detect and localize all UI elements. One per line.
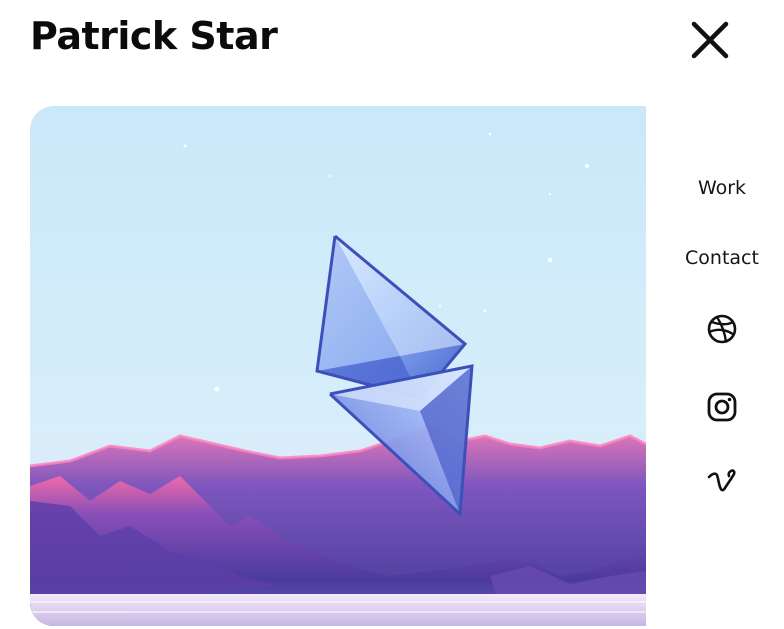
nav-link-work[interactable]: Work <box>660 177 784 199</box>
close-button[interactable] <box>688 20 732 60</box>
dribbble-icon <box>707 314 737 344</box>
page-title: Patrick Star <box>30 14 278 58</box>
vimeo-icon <box>707 469 736 492</box>
instagram-icon <box>707 392 737 422</box>
vimeo-link[interactable] <box>702 463 742 503</box>
close-icon <box>691 21 729 59</box>
hero-image <box>30 106 646 626</box>
instagram-link[interactable] <box>702 387 742 427</box>
nav-link-contact[interactable]: Contact <box>660 247 784 269</box>
dribbble-link[interactable] <box>702 309 742 349</box>
